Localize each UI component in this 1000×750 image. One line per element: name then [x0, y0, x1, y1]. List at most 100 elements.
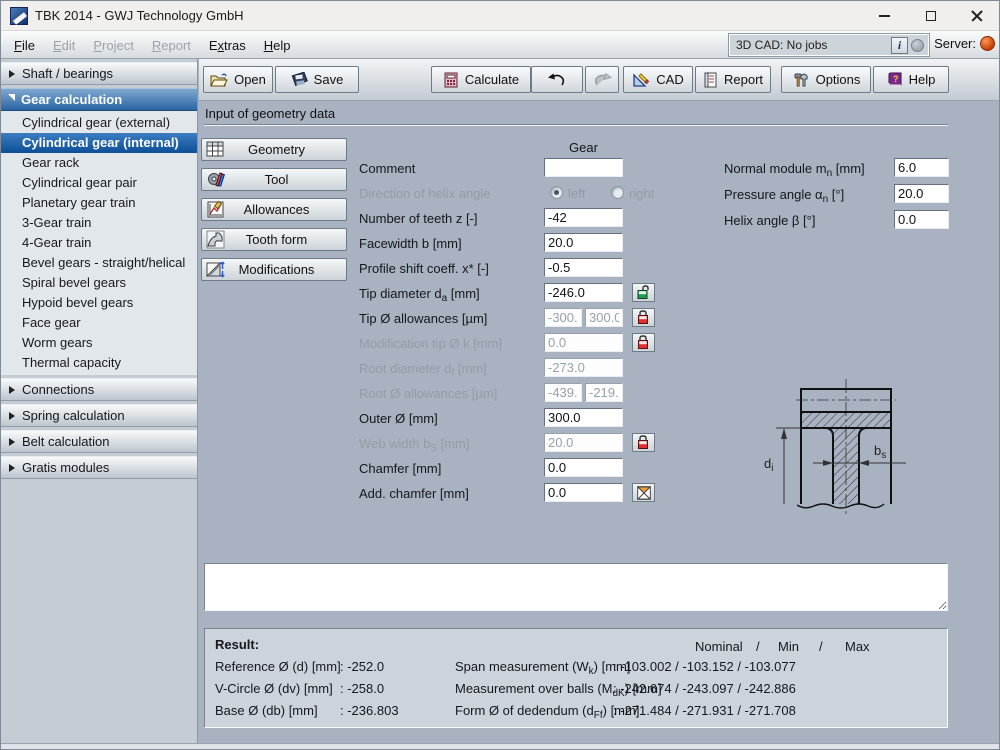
menu-extras[interactable]: Extras: [200, 38, 255, 53]
sidebar-section-gear-calculation[interactable]: Gear calculation: [1, 88, 197, 111]
gear-column-header: Gear: [569, 140, 598, 155]
result-panel: Result: Nominal / Min / Max Reference Ø …: [203, 627, 949, 729]
maximize-button[interactable]: [908, 1, 953, 31]
message-box[interactable]: [204, 563, 948, 611]
sidebar-item-thermal-capacity[interactable]: Thermal capacity: [1, 353, 197, 373]
cad-button[interactable]: CAD: [623, 66, 693, 93]
web-width-lock-button[interactable]: [632, 433, 655, 452]
result-dedendum-label: Form Ø of dedendum (dFf) [mm]: [455, 703, 640, 721]
info-button[interactable]: i: [891, 36, 908, 54]
divider: [204, 124, 948, 126]
application-window: TBK 2014 - GWJ Technology GmbH File Edit…: [0, 0, 1000, 750]
profile-shift-label: Profile shift coeff. x* [-]: [359, 261, 489, 276]
save-button[interactable]: Save: [275, 66, 359, 93]
minimize-button[interactable]: [862, 1, 907, 31]
sidebar-item-bevel-gears[interactable]: Bevel gears - straight/helical: [1, 253, 197, 273]
menu-help[interactable]: Help: [255, 38, 300, 53]
profile-shift-input[interactable]: [544, 258, 623, 277]
tip-allowance-min-input: [544, 308, 582, 327]
cad-status-text: 3D CAD: No jobs: [736, 38, 828, 52]
sidebar-section-belt-calculation[interactable]: Belt calculation: [1, 430, 197, 453]
sidebar-item-cylindrical-gear-external[interactable]: Cylindrical gear (external): [1, 113, 197, 133]
sidebar-item-4-gear-train[interactable]: 4-Gear train: [1, 233, 197, 253]
server-label: Server:: [934, 36, 976, 51]
section-title: Input of geometry data: [205, 106, 336, 121]
facewidth-label: Facewidth b [mm]: [359, 236, 462, 251]
sidebar-item-face-gear[interactable]: Face gear: [1, 313, 197, 333]
minimize-icon: [879, 15, 890, 17]
result-header-sep: /: [756, 639, 760, 654]
server-led-icon: [980, 36, 995, 51]
modification-tip-label: Modification tip Ø k [mm]: [359, 336, 503, 351]
allowances-button[interactable]: Allowances: [201, 198, 347, 221]
tip-diameter-label: Tip diameter da [mm]: [359, 286, 480, 304]
tip-allowance-max-input: [585, 308, 623, 327]
gear-calculation-items: Cylindrical gear (external) Cylindrical …: [1, 111, 197, 375]
help-book-icon: ?: [888, 72, 902, 85]
outer-diameter-label: Outer Ø [mm]: [359, 411, 438, 426]
outer-diameter-input[interactable]: [544, 408, 623, 427]
web-width-label: Web width bS [mm]: [359, 436, 470, 454]
geometry-button[interactable]: Geometry: [201, 138, 347, 161]
tooth-form-button[interactable]: Tooth form: [201, 228, 347, 251]
sidebar-section-connections[interactable]: Connections: [1, 378, 197, 401]
sidebar-section-spring-calculation[interactable]: Spring calculation: [1, 404, 197, 427]
open-button[interactable]: Open: [203, 66, 273, 93]
sidebar-item-3-gear-train[interactable]: 3-Gear train: [1, 213, 197, 233]
chamfer-input[interactable]: [544, 458, 623, 477]
result-header-max: Max: [845, 639, 870, 654]
normal-module-input[interactable]: [894, 158, 949, 177]
add-chamfer-label: Add. chamfer [mm]: [359, 486, 469, 501]
menu-project: Project: [93, 37, 134, 53]
sidebar-section-shaft-bearings[interactable]: Shaft / bearings: [1, 62, 197, 85]
result-reference-label: Reference Ø (d) [mm]: [215, 659, 341, 674]
sidebar-item-worm-gears[interactable]: Worm gears: [1, 333, 197, 353]
sidebar-item-cylindrical-gear-internal[interactable]: Cylindrical gear (internal): [1, 133, 197, 153]
helix-angle-input[interactable]: [894, 210, 949, 229]
sidebar-section-gratis-modules[interactable]: Gratis modules: [1, 456, 197, 479]
help-button[interactable]: ? Help: [873, 66, 949, 93]
result-header-sep: /: [819, 639, 823, 654]
comment-input[interactable]: [544, 158, 623, 177]
result-title: Result:: [215, 637, 260, 652]
sidebar-item-gear-rack[interactable]: Gear rack: [1, 153, 197, 173]
sidebar-item-spiral-bevel-gears[interactable]: Spiral bevel gears: [1, 273, 197, 293]
report-icon: [704, 72, 717, 87]
menu-file[interactable]: File: [5, 38, 44, 53]
save-icon: [291, 71, 308, 86]
svg-text:di: di: [764, 456, 773, 474]
section-strip: Input of geometry data: [199, 101, 999, 127]
add-chamfer-input[interactable]: [544, 483, 623, 502]
undo-button[interactable]: [531, 66, 583, 93]
tools-icon: [794, 73, 808, 86]
chevron-right-icon: [9, 411, 15, 420]
tip-diameter-input[interactable]: [544, 283, 623, 302]
teeth-label: Number of teeth z [-]: [359, 211, 478, 226]
report-button[interactable]: Report: [695, 66, 771, 93]
sidebar-item-hypoid-bevel-gears[interactable]: Hypoid bevel gears: [1, 293, 197, 313]
modification-tip-lock-button[interactable]: [632, 333, 655, 352]
modifications-button[interactable]: Modifications: [201, 258, 347, 281]
redo-button: [585, 66, 619, 93]
pressure-angle-input[interactable]: [894, 184, 949, 203]
result-span-label: Span measurement (Wk) [mm]: [455, 659, 631, 677]
pressure-angle-label: Pressure angle αn [°]: [724, 187, 845, 205]
root-allowance-max-input: [585, 383, 623, 402]
close-button[interactable]: [954, 1, 999, 31]
tip-allowances-lock-button[interactable]: [632, 308, 655, 327]
tool-icon: [208, 172, 225, 187]
cad-led-icon: [911, 38, 924, 52]
facewidth-input[interactable]: [544, 233, 623, 252]
teeth-input[interactable]: [544, 208, 623, 227]
sidebar-item-cylindrical-gear-pair[interactable]: Cylindrical gear pair: [1, 173, 197, 193]
helix-right-radio[interactable]: [611, 186, 624, 199]
calculate-button[interactable]: Calculate: [431, 66, 531, 93]
options-button[interactable]: Options: [781, 66, 871, 93]
tool-button[interactable]: Tool: [201, 168, 347, 191]
tip-diameter-lock-button[interactable]: [632, 283, 655, 302]
helix-left-radio[interactable]: [550, 186, 563, 199]
sidebar-item-planetary-gear-train[interactable]: Planetary gear train: [1, 193, 197, 213]
add-chamfer-option-button[interactable]: [632, 483, 655, 502]
helix-direction-label: Direction of helix angle: [359, 186, 491, 201]
window-bottom-edge: [1, 743, 999, 749]
